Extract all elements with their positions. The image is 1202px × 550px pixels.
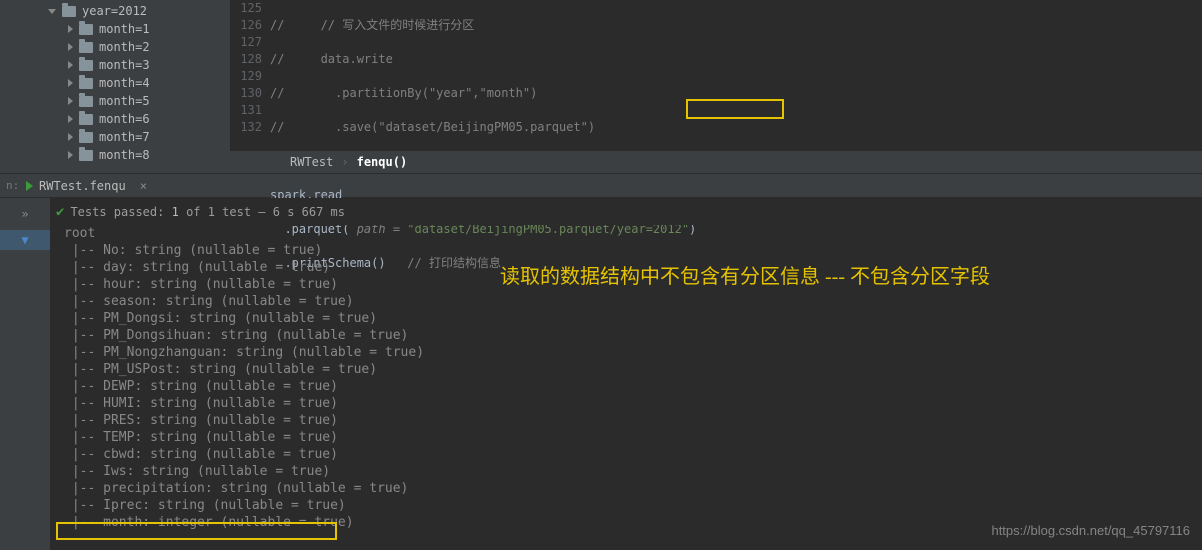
code-comment: // .save("dataset/BeijingPM05.parquet") bbox=[270, 120, 595, 134]
annotation-highlight-box bbox=[56, 522, 337, 540]
folder-icon bbox=[79, 96, 93, 107]
chevron-right-icon bbox=[68, 115, 73, 123]
folder-icon bbox=[79, 42, 93, 53]
tests-passed-label: Tests passed: bbox=[70, 205, 164, 219]
schema-line: |-- TEMP: string (nullable = true) bbox=[64, 429, 1202, 446]
folder-icon bbox=[79, 60, 93, 71]
run-toolbar: » ▼ bbox=[0, 198, 50, 550]
folder-icon bbox=[79, 150, 93, 161]
run-tab[interactable]: RWTest.fenqu × bbox=[26, 179, 147, 193]
schema-line: |-- Iprec: string (nullable = true) bbox=[64, 497, 1202, 514]
chevron-right-icon bbox=[68, 61, 73, 69]
schema-line: |-- precipitation: string (nullable = tr… bbox=[64, 480, 1202, 497]
schema-line: |-- season: string (nullable = true) bbox=[64, 293, 1202, 310]
panel-label: n: bbox=[6, 179, 26, 192]
breadcrumb[interactable]: RWTest › fenqu() bbox=[230, 151, 1202, 173]
code-comment: // // 写入文件的时候进行分区 bbox=[270, 18, 474, 32]
folder-icon bbox=[79, 114, 93, 125]
schema-line: |-- PRES: string (nullable = true) bbox=[64, 412, 1202, 429]
play-icon bbox=[26, 181, 33, 191]
folder-icon bbox=[79, 132, 93, 143]
tests-passed-count: 1 bbox=[172, 205, 179, 219]
tree-label: month=5 bbox=[99, 94, 150, 108]
tree-folder-month[interactable]: month=6 bbox=[8, 110, 230, 128]
annotation-text: 读取的数据结构中不包含有分区信息 --- 不包含分区字段 bbox=[500, 260, 990, 289]
schema-line: |-- No: string (nullable = true) bbox=[64, 242, 1202, 259]
watermark: https://blog.csdn.net/qq_45797116 bbox=[991, 523, 1190, 538]
schema-line: |-- PM_Nongzhanguan: string (nullable = … bbox=[64, 344, 1202, 361]
line-gutter: 125126127128129130131132 bbox=[230, 0, 270, 173]
tree-label: month=7 bbox=[99, 130, 150, 144]
schema-line: |-- cbwd: string (nullable = true) bbox=[64, 446, 1202, 463]
chevron-down-icon bbox=[48, 9, 56, 14]
folder-icon bbox=[79, 78, 93, 89]
tree-label: year=2012 bbox=[82, 4, 147, 18]
annotation-highlight-box bbox=[686, 99, 784, 119]
folder-icon bbox=[62, 6, 76, 17]
tree-label: month=1 bbox=[99, 22, 150, 36]
code-comment: // data.write bbox=[270, 52, 393, 66]
chevron-right-icon bbox=[68, 97, 73, 105]
schema-line: |-- PM_USPost: string (nullable = true) bbox=[64, 361, 1202, 378]
folder-icon bbox=[79, 24, 93, 35]
code-editor[interactable]: 125126127128129130131132 // // 写入文件的时候进行… bbox=[230, 0, 1202, 173]
tests-total: of 1 test – 6 s 667 ms bbox=[186, 205, 345, 219]
check-icon: ✔ bbox=[56, 204, 64, 220]
schema-line: root bbox=[64, 225, 1202, 242]
tree-folder-year[interactable]: year=2012 bbox=[8, 2, 230, 20]
tree-folder-month[interactable]: month=1 bbox=[8, 20, 230, 38]
close-icon[interactable]: × bbox=[140, 179, 147, 193]
tree-folder-month[interactable]: month=8 bbox=[8, 146, 230, 164]
tree-folder-month[interactable]: month=4 bbox=[8, 74, 230, 92]
test-status-bar: ✔ Tests passed: 1 of 1 test – 6 s 667 ms bbox=[50, 198, 1202, 225]
tree-folder-month[interactable]: month=7 bbox=[8, 128, 230, 146]
run-tab-label: RWTest.fenqu bbox=[39, 179, 126, 193]
code-content[interactable]: // // 写入文件的时候进行分区 // data.write // .part… bbox=[270, 0, 1202, 173]
rerun-button[interactable]: » bbox=[15, 204, 35, 224]
toggle-button[interactable]: ▼ bbox=[0, 230, 50, 250]
tree-folder-month[interactable]: month=2 bbox=[8, 38, 230, 56]
schema-line: |-- HUMI: string (nullable = true) bbox=[64, 395, 1202, 412]
schema-line: |-- Iws: string (nullable = true) bbox=[64, 463, 1202, 480]
chevron-right-icon: › bbox=[341, 155, 348, 169]
tree-label: month=6 bbox=[99, 112, 150, 126]
schema-line: |-- PM_Dongsi: string (nullable = true) bbox=[64, 310, 1202, 327]
chevron-right-icon bbox=[68, 151, 73, 159]
tree-label: month=3 bbox=[99, 58, 150, 72]
tree-label: month=8 bbox=[99, 148, 150, 162]
tree-folder-month[interactable]: month=3 bbox=[8, 56, 230, 74]
chevron-right-icon bbox=[68, 133, 73, 141]
project-tree[interactable]: year=2012 month=1 month=2 month=3 month=4 mo… bbox=[0, 0, 230, 173]
tree-folder-month[interactable]: month=5 bbox=[8, 92, 230, 110]
breadcrumb-class[interactable]: RWTest bbox=[290, 155, 333, 169]
breadcrumb-method[interactable]: fenqu() bbox=[357, 155, 408, 169]
schema-line: |-- DEWP: string (nullable = true) bbox=[64, 378, 1202, 395]
schema-line: |-- PM_Dongsihuan: string (nullable = tr… bbox=[64, 327, 1202, 344]
tree-label: month=4 bbox=[99, 76, 150, 90]
chevron-right-icon bbox=[68, 43, 73, 51]
code-comment: // .partitionBy("year","month") bbox=[270, 86, 537, 100]
chevron-right-icon bbox=[68, 79, 73, 87]
tree-label: month=2 bbox=[99, 40, 150, 54]
chevron-right-icon bbox=[68, 25, 73, 33]
